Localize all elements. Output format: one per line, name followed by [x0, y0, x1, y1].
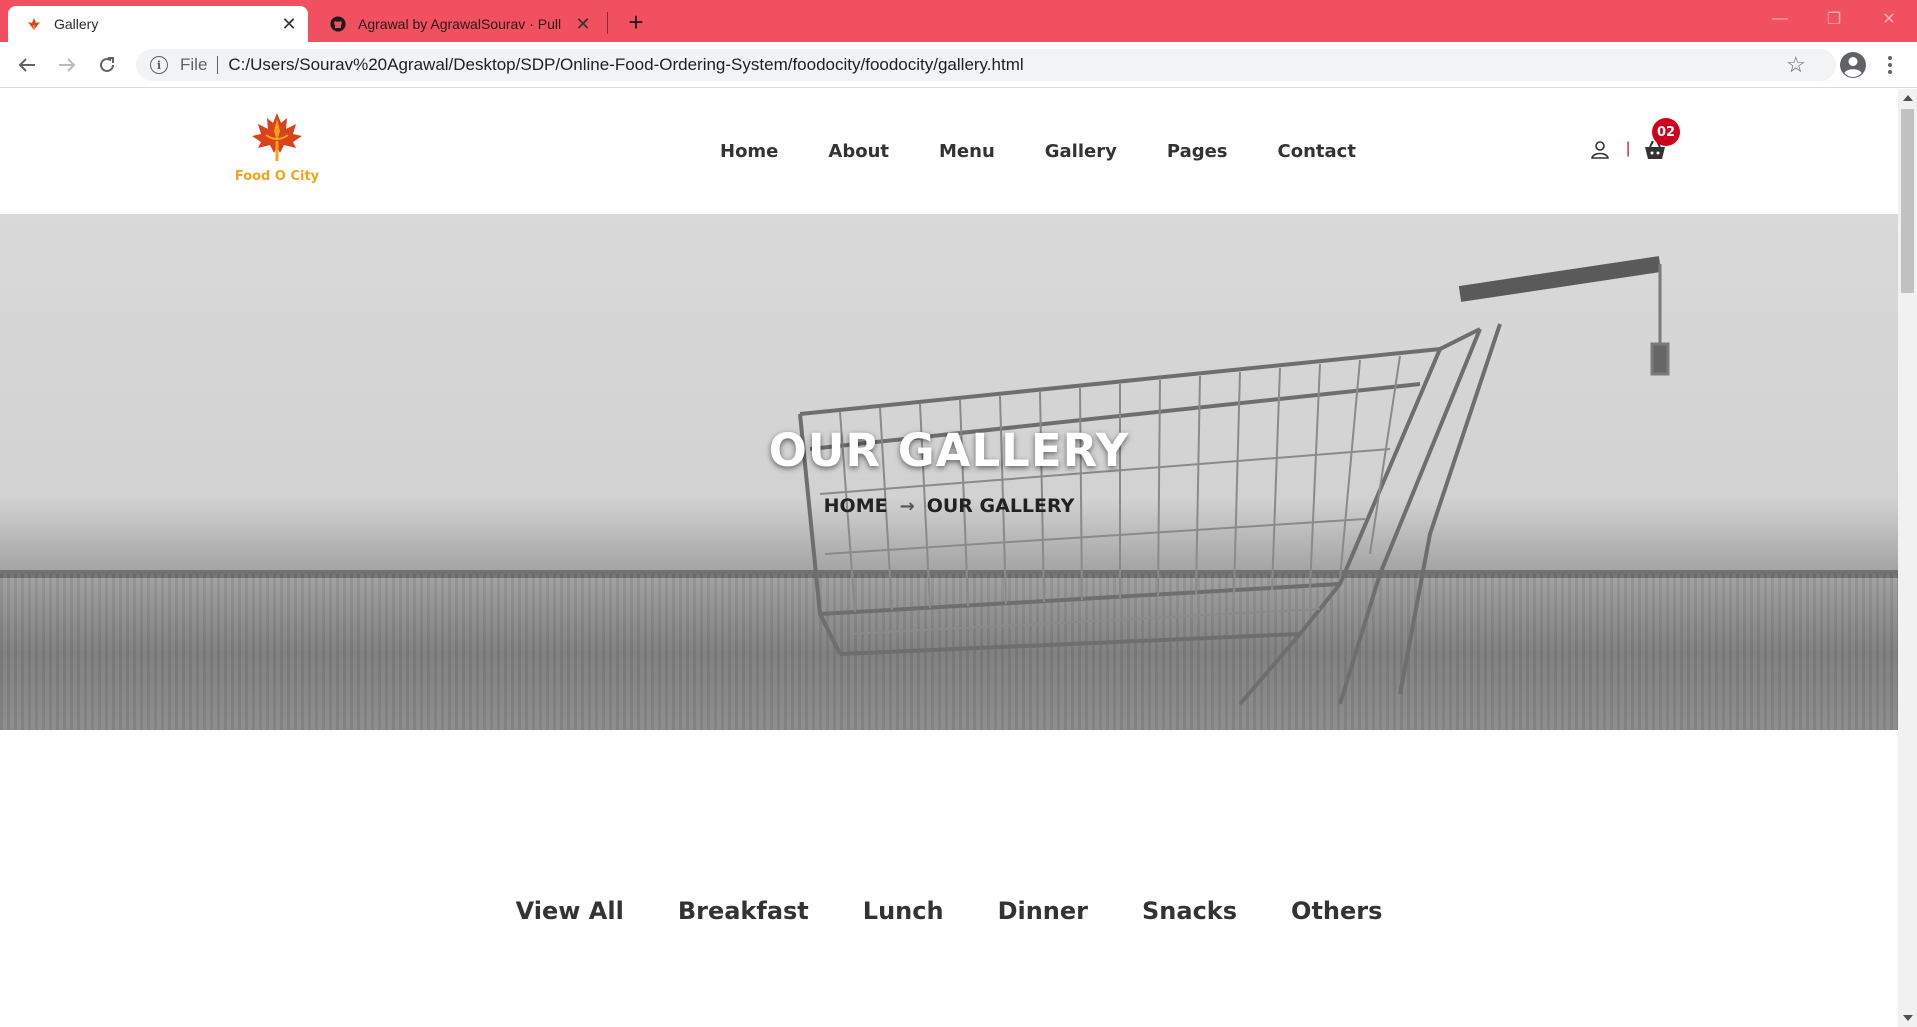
cart-count-badge[interactable]: 02	[1652, 118, 1680, 146]
scroll-down-icon[interactable]	[1903, 1015, 1913, 1021]
filter-snacks[interactable]: Snacks	[1142, 897, 1237, 925]
main-nav: Home About Menu Gallery Pages Contact	[720, 141, 1406, 162]
nav-about[interactable]: About	[828, 141, 889, 162]
restore-icon[interactable]: ❐	[1806, 0, 1862, 38]
forward-icon[interactable]	[52, 50, 82, 80]
address-bar[interactable]: i File C:/Users/Sourav%20Agrawal/Desktop…	[136, 49, 1836, 81]
filter-view-all[interactable]: View All	[516, 897, 624, 925]
browser-tab-strip: Gallery ✕ Agrawal by AgrawalSourav · Pul…	[0, 0, 1917, 42]
tab-gallery[interactable]: Gallery ✕	[8, 6, 308, 42]
nav-contact[interactable]: Contact	[1278, 141, 1356, 162]
tab-github[interactable]: Agrawal by AgrawalSourav · Pull ✕	[312, 6, 602, 42]
profile-icon[interactable]	[1838, 50, 1868, 80]
filter-breakfast[interactable]: Breakfast	[678, 897, 809, 925]
back-icon[interactable]	[12, 50, 42, 80]
star-icon[interactable]: ☆	[1786, 52, 1806, 78]
maple-leaf-icon	[252, 113, 302, 161]
breadcrumb-home[interactable]: HOME	[824, 495, 888, 517]
nav-menu[interactable]: Menu	[939, 141, 995, 162]
arrow-right-icon: →	[899, 495, 915, 517]
menu-icon[interactable]	[1882, 50, 1898, 80]
site-logo[interactable]: Food O City	[232, 111, 322, 191]
info-icon[interactable]: i	[150, 56, 168, 74]
url-separator	[217, 56, 219, 74]
hero-banner: OUR GALLERY HOME → OUR GALLERY	[0, 214, 1898, 730]
tab-title: Agrawal by AgrawalSourav · Pull	[358, 16, 562, 32]
scroll-up-icon[interactable]	[1903, 95, 1913, 101]
user-icon[interactable]	[1590, 140, 1610, 160]
filter-dinner[interactable]: Dinner	[998, 897, 1088, 925]
filter-others[interactable]: Others	[1291, 897, 1382, 925]
nav-pages[interactable]: Pages	[1167, 141, 1228, 162]
site-header: Food O City Home About Menu Gallery Page…	[0, 89, 1898, 214]
favicon-icon	[26, 16, 42, 32]
window-close-icon[interactable]: ✕	[1861, 0, 1917, 38]
gallery-filters: View All Breakfast Lunch Dinner Snacks O…	[0, 897, 1898, 925]
scrollbar-thumb[interactable]	[1901, 109, 1914, 293]
nav-gallery[interactable]: Gallery	[1045, 141, 1117, 162]
breadcrumb: HOME → OUR GALLERY	[0, 495, 1898, 517]
page-viewport: Food O City Home About Menu Gallery Page…	[0, 89, 1898, 1027]
github-icon	[330, 16, 346, 32]
shopping-cart-image	[798, 256, 1670, 706]
breadcrumb-current: OUR GALLERY	[926, 495, 1075, 517]
reload-icon[interactable]	[92, 50, 122, 80]
tab-title: Gallery	[54, 16, 99, 32]
page-scrollbar[interactable]	[1898, 89, 1917, 1027]
close-icon[interactable]: ✕	[278, 13, 300, 35]
header-divider: |	[1626, 140, 1631, 157]
browser-toolbar: i File C:/Users/Sourav%20Agrawal/Desktop…	[0, 42, 1917, 88]
logo-text: Food O City	[234, 169, 320, 184]
url-scheme: File	[180, 55, 208, 74]
url-text[interactable]: C:/Users/Sourav%20Agrawal/Desktop/SDP/On…	[228, 55, 1023, 75]
close-icon[interactable]: ✕	[572, 13, 594, 35]
nav-home[interactable]: Home	[720, 141, 778, 162]
minimize-icon[interactable]: —	[1752, 0, 1808, 38]
filter-lunch[interactable]: Lunch	[863, 897, 944, 925]
tab-separator	[607, 12, 608, 34]
plus-icon[interactable]: +	[622, 7, 650, 37]
page-title: OUR GALLERY	[768, 424, 1130, 477]
